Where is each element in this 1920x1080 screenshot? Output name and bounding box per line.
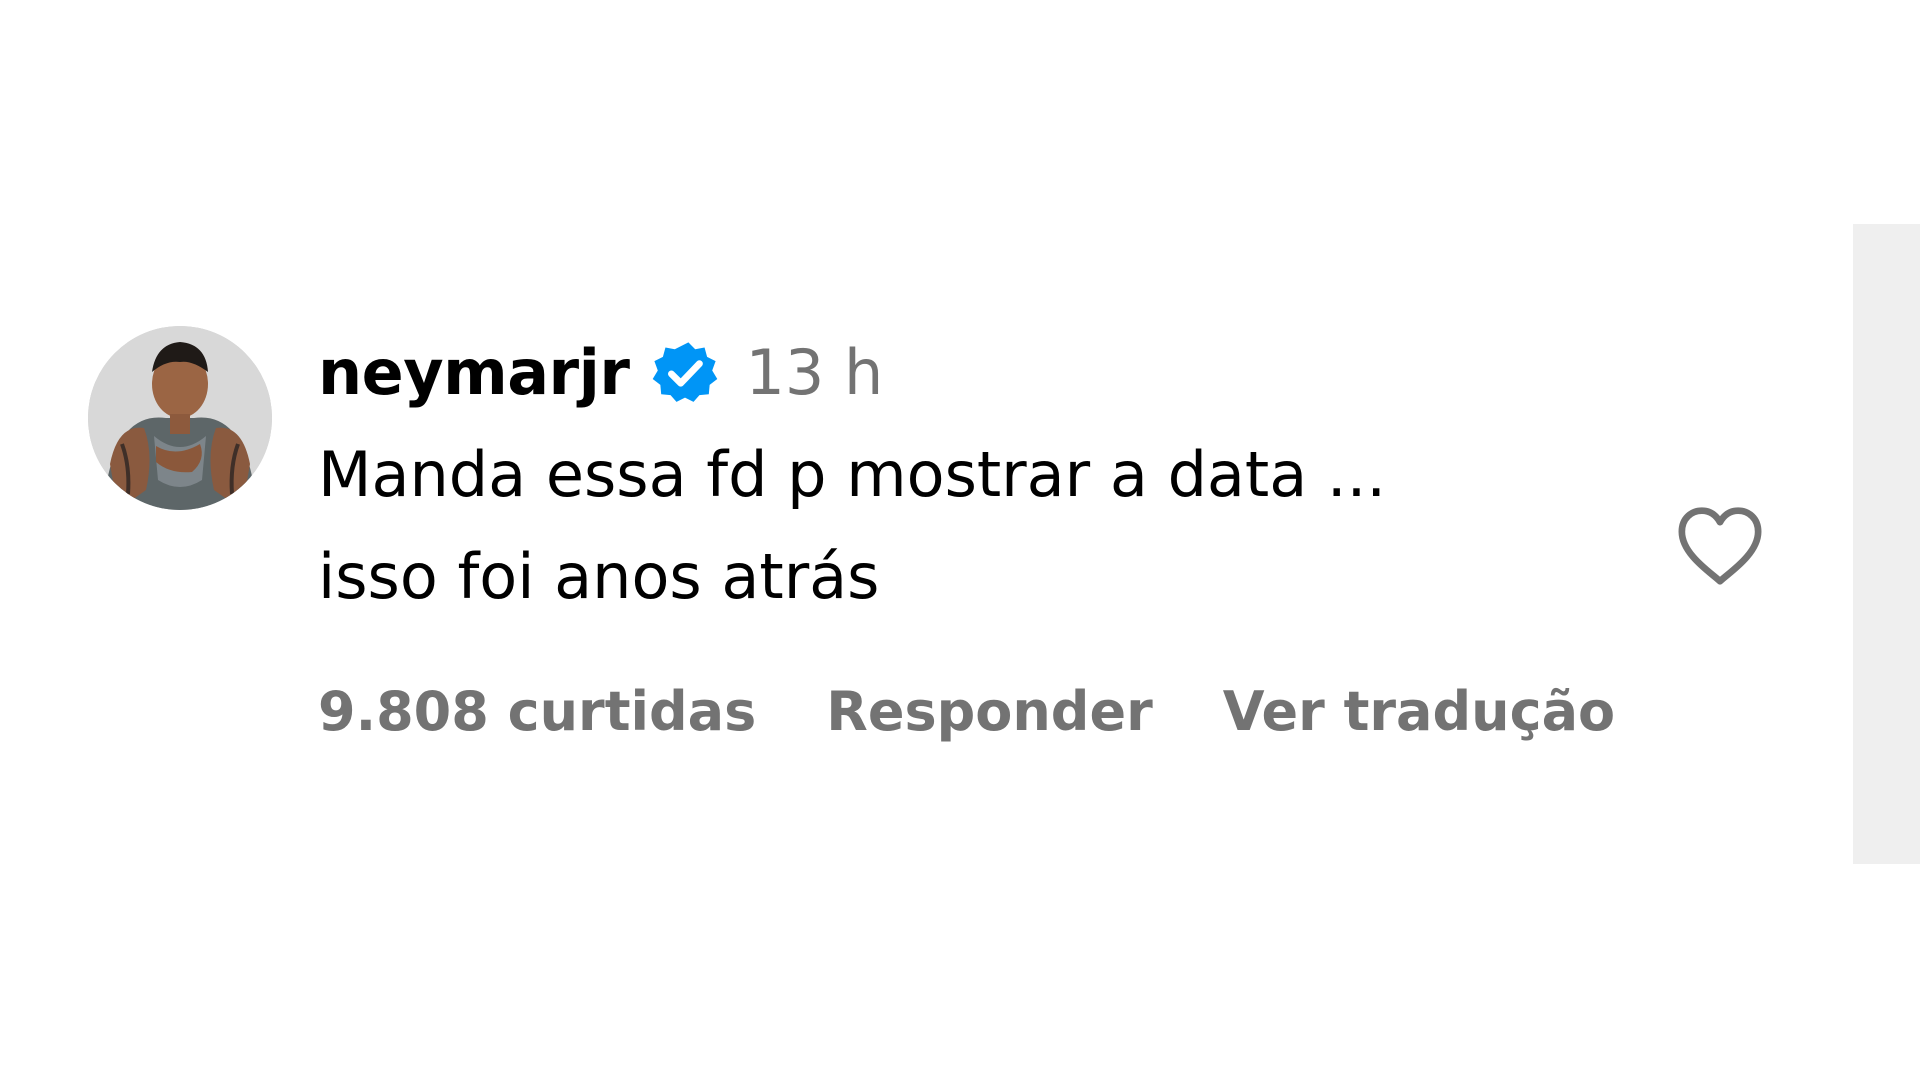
reply-button[interactable]: Responder xyxy=(826,680,1152,743)
comment-body: neymarjr 13 h Manda essa fd p mostrar a … xyxy=(318,340,1615,744)
timestamp: 13 h xyxy=(745,336,884,409)
likes-count[interactable]: 9.808 curtidas xyxy=(318,680,756,743)
verified-badge-icon xyxy=(651,339,719,407)
comment-text: Manda essa fd p mostrar a data ... isso … xyxy=(318,424,1568,628)
heart-outline-icon xyxy=(1674,505,1766,591)
translate-button[interactable]: Ver tradução xyxy=(1223,680,1615,743)
page: neymarjr 13 h Manda essa fd p mostrar a … xyxy=(0,0,1920,1080)
scrollbar-track[interactable] xyxy=(1853,224,1920,864)
comment-text-line: Manda essa fd p mostrar a data ... xyxy=(318,438,1387,511)
like-button[interactable] xyxy=(1668,496,1772,600)
avatar[interactable] xyxy=(88,326,272,510)
comment-text-line: isso foi anos atrás xyxy=(318,540,880,613)
username[interactable]: neymarjr xyxy=(318,340,630,406)
comment-header: neymarjr 13 h xyxy=(318,340,1538,406)
comment-actions: 9.808 curtidas Responder Ver tradução xyxy=(318,680,1615,743)
avatar-photo xyxy=(88,326,272,510)
